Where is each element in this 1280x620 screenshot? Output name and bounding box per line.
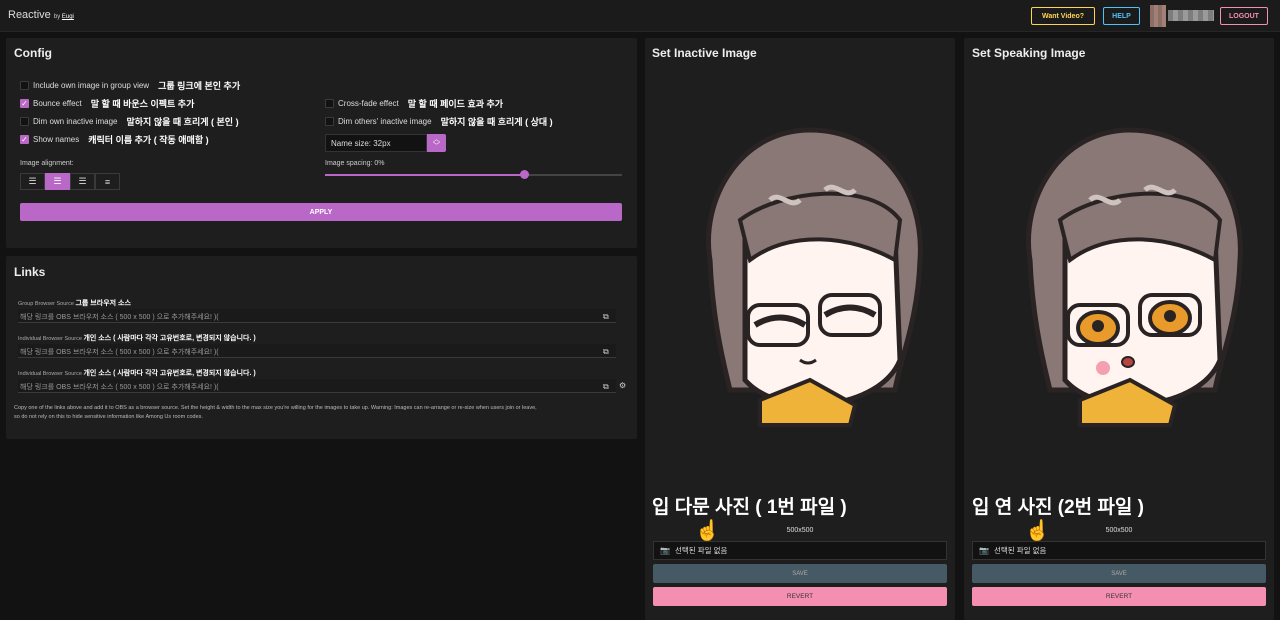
option-annotation: 캐릭터 이름 추가 ( 작동 애매함 ) <box>88 135 209 145</box>
checkbox[interactable] <box>325 117 334 126</box>
checkbox[interactable] <box>325 99 334 108</box>
slider-thumb[interactable] <box>519 170 529 179</box>
avatar <box>1150 5 1166 27</box>
align-justify-button[interactable]: ≡ <box>95 173 120 190</box>
copy-icon[interactable]: ⧉ <box>603 382 609 392</box>
checkbox-checked[interactable]: ✓ <box>20 99 29 108</box>
option-bounce-effect[interactable]: ✓ Bounce effect 말 할 때 바운스 이펙트 추가 <box>20 97 194 110</box>
individual-source-url-field[interactable]: 해당 링크를 OBS 브라우저 소스 ( 500 x 500 ) 으로 추가해주… <box>18 344 616 358</box>
inactive-dimensions: 500x500 <box>786 527 814 534</box>
option-label: Cross-fade effect <box>338 99 399 108</box>
want-video-button[interactable]: Want Video? <box>1031 7 1095 25</box>
align-left-icon: ☰ <box>28 176 37 186</box>
name-size-input[interactable]: Name size: 32px <box>325 134 427 152</box>
link-source-label: Individual Browser Source 개인 소스 ( 사람마다 각… <box>18 335 256 342</box>
align-center-button[interactable]: ☰ <box>45 173 70 190</box>
option-annotation: 말하지 않을 때 흐리게 ( 상대 ) <box>440 117 553 127</box>
option-label: Dim others' inactive image <box>338 117 432 126</box>
option-annotation: 말 할 때 바운스 이펙트 추가 <box>90 99 195 109</box>
link-source-label: Group Browser Source 그룹 브라우저 소스 <box>18 300 131 307</box>
brand-title: Reactive <box>8 9 51 21</box>
speaking-save-button[interactable]: SAVE <box>972 564 1266 583</box>
group-source-url-field[interactable]: 해당 링크를 OBS 브라우저 소스 ( 500 x 500 ) 으로 추가해주… <box>18 309 616 323</box>
option-label: Dim own inactive image <box>33 117 118 126</box>
copy-icon[interactable]: ⧉ <box>603 312 609 322</box>
option-dim-own-inactive[interactable]: Dim own inactive image 말하지 않을 때 흐리게 ( 본인… <box>20 115 239 128</box>
inactive-revert-button[interactable]: REVERT <box>653 587 947 606</box>
name-size-stepper[interactable]: ︿ ﹀ <box>427 134 446 152</box>
links-title: Links <box>14 265 46 279</box>
align-justify-icon: ≡ <box>104 176 111 187</box>
option-annotation: 그룹 링크에 본인 추가 <box>158 81 241 91</box>
inactive-title: Set Inactive Image <box>652 46 757 60</box>
camera-icon: 📷 <box>979 546 989 555</box>
top-bar: Reactive by Eugi Want Video? HELP LOGOUT <box>0 0 1280 32</box>
logout-button[interactable]: LOGOUT <box>1220 7 1268 25</box>
checkbox[interactable] <box>20 81 29 90</box>
option-label: Bounce effect <box>33 99 82 108</box>
chevron-up-icon[interactable]: ︿ <box>433 136 440 143</box>
speaking-dimensions: 500x500 <box>1105 527 1133 534</box>
inactive-caption: 입 다문 사진 ( 1번 파일 ) <box>652 497 847 518</box>
username-redacted <box>1168 10 1214 21</box>
speaking-caption: 입 연 사진 (2번 파일 ) <box>972 497 1144 518</box>
links-note-line-1: Copy one of the links above and add it t… <box>14 405 537 411</box>
option-show-names[interactable]: ✓ Show names 캐릭터 이름 추가 ( 작동 애매함 ) <box>20 133 209 146</box>
speaking-file-input[interactable]: 📷 선택된 파일 없음 <box>972 541 1266 560</box>
align-left-button[interactable]: ☰ <box>20 173 45 190</box>
align-right-button[interactable]: ☰ <box>70 173 95 190</box>
slider-fill <box>325 174 524 176</box>
checkbox[interactable] <box>20 117 29 126</box>
option-label: Show names <box>33 135 80 144</box>
option-annotation: 말하지 않을 때 흐리게 ( 본인 ) <box>126 117 239 127</box>
option-include-own-image[interactable]: Include own image in group view 그룹 링크에 본… <box>20 79 240 92</box>
option-cross-fade[interactable]: Cross-fade effect 말 할 때 페이드 효과 추가 <box>325 97 503 110</box>
image-spacing-label: Image spacing: 0% <box>325 160 385 167</box>
inactive-character-image <box>706 127 923 427</box>
option-annotation: 말 할 때 페이드 효과 추가 <box>407 99 504 109</box>
speaking-title: Set Speaking Image <box>972 46 1086 60</box>
inactive-save-button[interactable]: SAVE <box>653 564 947 583</box>
gear-icon[interactable]: ⚙ <box>619 381 626 390</box>
link-source-label: Individual Browser Source 개인 소스 ( 사람마다 각… <box>18 370 256 377</box>
help-button[interactable]: HELP <box>1103 7 1140 25</box>
image-alignment-label: Image alignment: <box>20 160 74 167</box>
inactive-file-input[interactable]: 📷 선택된 파일 없음 <box>653 541 947 560</box>
brand-author-link[interactable]: Eugi <box>62 14 74 20</box>
speaking-revert-button[interactable]: REVERT <box>972 587 1266 606</box>
align-right-icon: ☰ <box>78 176 87 186</box>
speaking-character-image <box>1026 127 1243 427</box>
individual-source-url-field-2[interactable]: 해당 링크를 OBS 브라우저 소스 ( 500 x 500 ) 으로 추가해주… <box>18 379 616 393</box>
brand-by: by Eugi <box>53 14 74 20</box>
camera-icon: 📷 <box>660 546 670 555</box>
config-title: Config <box>14 46 52 60</box>
option-dim-others-inactive[interactable]: Dim others' inactive image 말하지 않을 때 흐리게 … <box>325 115 553 128</box>
chevron-down-icon[interactable]: ﹀ <box>433 143 440 150</box>
apply-button[interactable]: APPLY <box>20 203 622 221</box>
links-note-line-2: so do not rely on this to hide sensitive… <box>14 414 203 420</box>
alignment-button-group: ☰ ☰ ☰ ≡ <box>20 173 120 190</box>
app-brand: Reactive by Eugi <box>8 9 74 21</box>
checkbox-checked[interactable]: ✓ <box>20 135 29 144</box>
image-spacing-slider[interactable] <box>325 170 622 179</box>
align-center-icon: ☰ <box>53 176 62 186</box>
option-label: Include own image in group view <box>33 81 150 90</box>
copy-icon[interactable]: ⧉ <box>603 347 609 357</box>
